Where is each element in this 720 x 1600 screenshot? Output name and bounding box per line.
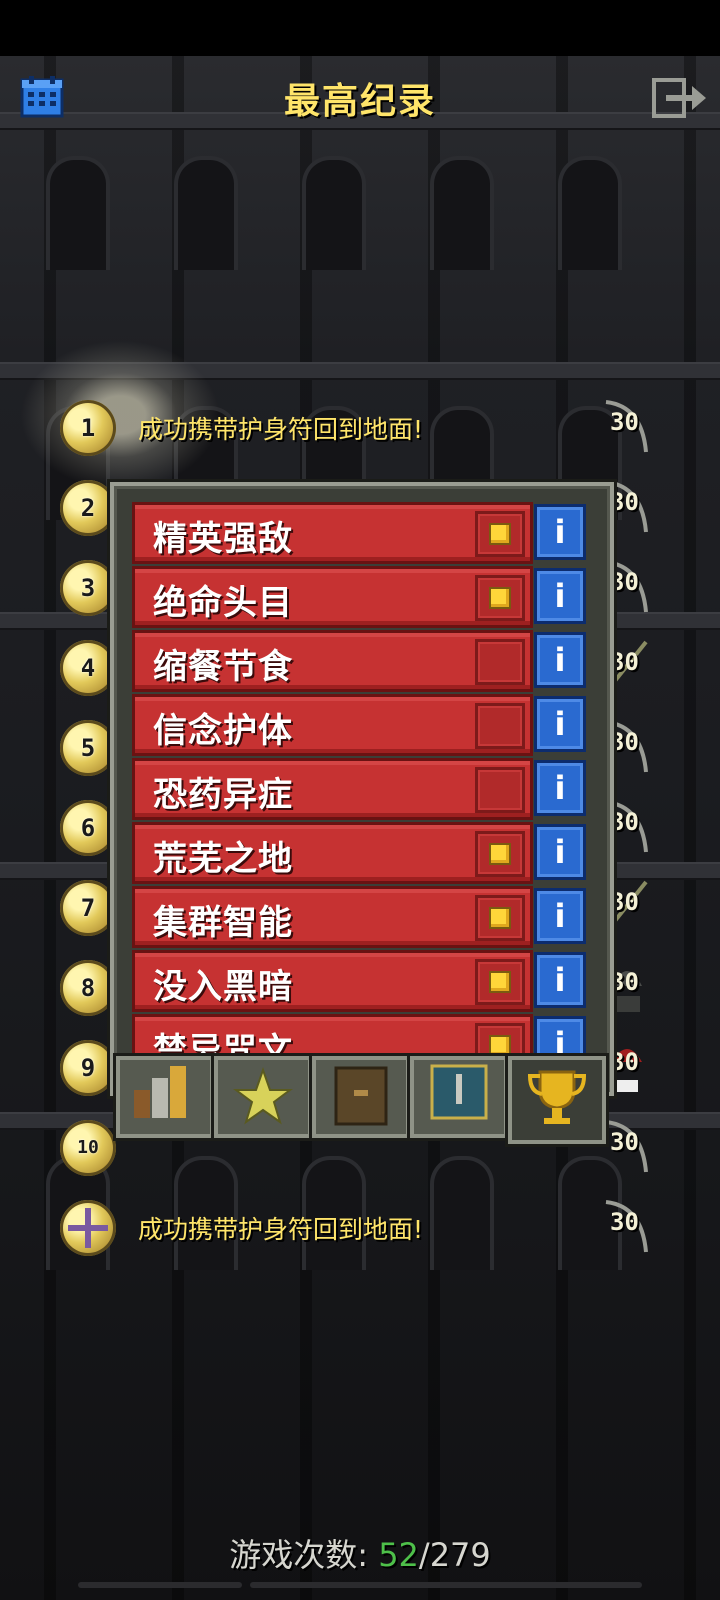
- page-title: 最高纪录: [283, 81, 436, 122]
- depth-value: 30: [610, 728, 639, 756]
- challenge-checkbox[interactable]: [475, 895, 525, 941]
- challenge-checkbox[interactable]: [475, 511, 525, 557]
- tab-journal[interactable]: [312, 1056, 410, 1138]
- trophy-icon: [527, 1070, 587, 1124]
- rank-badge: 8: [60, 960, 116, 1016]
- challenge-label: 精英强敌: [153, 519, 293, 559]
- info-icon: i: [554, 705, 566, 743]
- depth-value: 30: [610, 568, 639, 596]
- exit-icon: [652, 78, 706, 118]
- challenge-row[interactable]: 集群智能: [132, 886, 533, 948]
- challenges-dialog: 精英强敌 i 绝命头目 i 缩餐节食 i 信念护体 i 恐药异症 i 荒芜之地 …: [110, 482, 614, 1144]
- challenge-label: 荒芜之地: [153, 839, 293, 879]
- depth-value: 30: [610, 488, 639, 516]
- info-icon: i: [554, 641, 566, 679]
- rank-badge: 9: [60, 1040, 116, 1096]
- challenge-row[interactable]: 荒芜之地: [132, 822, 533, 884]
- check-mark: [491, 589, 509, 607]
- rank-badge: 3: [60, 560, 116, 616]
- record-row[interactable]: 1 成功携带护身符回到地面! 30: [0, 390, 720, 470]
- rank-badge: 4: [60, 640, 116, 696]
- challenge-checkbox[interactable]: [475, 639, 525, 685]
- rank-badge: 10: [60, 1120, 116, 1176]
- rank-badge: 7: [60, 880, 116, 936]
- challenge-info-button[interactable]: i: [534, 568, 586, 624]
- record-description: 成功携带护身符回到地面!: [138, 1215, 424, 1244]
- wall-arch: [302, 156, 366, 270]
- info-icon: i: [554, 769, 566, 807]
- wall-arch: [46, 156, 110, 270]
- challenge-info-button[interactable]: i: [534, 888, 586, 944]
- depth-value: 30: [610, 968, 639, 996]
- challenge-label: 集群智能: [153, 903, 293, 943]
- info-icon: i: [554, 961, 566, 999]
- journal-icon: [334, 1066, 388, 1126]
- stats-icon: [134, 1066, 186, 1118]
- challenge-info-button[interactable]: i: [534, 824, 586, 880]
- exit-button[interactable]: [652, 78, 708, 118]
- challenge-label: 绝命头目: [153, 583, 293, 623]
- depth-value: 30: [610, 888, 639, 916]
- challenge-row[interactable]: 信念护体: [132, 694, 533, 756]
- depth-value: 30: [610, 1048, 639, 1076]
- nav-bar: [78, 1582, 242, 1588]
- rank-badge: 1: [60, 400, 116, 456]
- rank-badge: 2: [60, 480, 116, 536]
- tab-stats[interactable]: [116, 1056, 214, 1138]
- record-description: 成功携带护身符回到地面!: [138, 415, 424, 444]
- info-icon: i: [554, 833, 566, 871]
- challenge-row[interactable]: 恐药异症: [132, 758, 533, 820]
- challenge-info-button[interactable]: i: [534, 696, 586, 752]
- challenge-row[interactable]: 缩餐节食: [132, 630, 533, 692]
- depth-value: 30: [610, 808, 639, 836]
- tab-challenges[interactable]: [508, 1056, 606, 1144]
- challenge-row[interactable]: 绝命头目: [132, 566, 533, 628]
- depth-value: 30: [610, 1128, 639, 1156]
- status-bar: [0, 0, 720, 56]
- games-won-count: 52: [378, 1536, 419, 1574]
- challenge-label: 信念护体: [153, 711, 293, 751]
- info-icon: i: [554, 897, 566, 935]
- latest-record-badge: [60, 1200, 116, 1256]
- challenge-checkbox[interactable]: [475, 575, 525, 621]
- tab-badges[interactable]: [214, 1056, 312, 1138]
- check-mark: [491, 1037, 509, 1055]
- rank-badge: 6: [60, 800, 116, 856]
- wall-arch: [558, 156, 622, 270]
- check-mark: [491, 909, 509, 927]
- depth-value: 30: [610, 648, 639, 676]
- depth-value: 30: [610, 408, 639, 436]
- tab-rankings[interactable]: [410, 1056, 508, 1138]
- check-mark: [491, 973, 509, 991]
- challenge-checkbox[interactable]: [475, 831, 525, 877]
- challenge-label: 缩餐节食: [153, 647, 293, 687]
- challenge-label: 恐药异症: [153, 775, 293, 815]
- challenge-checkbox[interactable]: [475, 767, 525, 813]
- info-icon: i: [554, 577, 566, 615]
- wall-arch: [174, 156, 238, 270]
- games-played-label: 游戏次数:: [229, 1536, 369, 1574]
- rank-badge: 5: [60, 720, 116, 776]
- nav-bar: [250, 1582, 642, 1588]
- challenge-checkbox[interactable]: [475, 703, 525, 749]
- check-mark: [491, 525, 509, 543]
- amulet-icon: [68, 1208, 108, 1248]
- challenge-checkbox[interactable]: [475, 959, 525, 1005]
- info-icon: i: [554, 513, 566, 551]
- latest-record-row[interactable]: 成功携带护身符回到地面! 30: [0, 1190, 720, 1270]
- badge-icon: [430, 1064, 488, 1120]
- games-total-count: /279: [418, 1536, 491, 1574]
- challenge-row[interactable]: 精英强敌: [132, 502, 533, 564]
- check-mark: [491, 845, 509, 863]
- wall-arch: [430, 156, 494, 270]
- challenge-info-button[interactable]: i: [534, 632, 586, 688]
- challenge-info-button[interactable]: i: [534, 504, 586, 560]
- games-played: 游戏次数: 52/279: [0, 1530, 720, 1576]
- depth-value: 30: [610, 1208, 639, 1236]
- challenge-row[interactable]: 没入黑暗: [132, 950, 533, 1012]
- challenge-info-button[interactable]: i: [534, 952, 586, 1008]
- challenge-label: 没入黑暗: [153, 967, 293, 1007]
- star-icon: [233, 1066, 293, 1125]
- challenge-info-button[interactable]: i: [534, 760, 586, 816]
